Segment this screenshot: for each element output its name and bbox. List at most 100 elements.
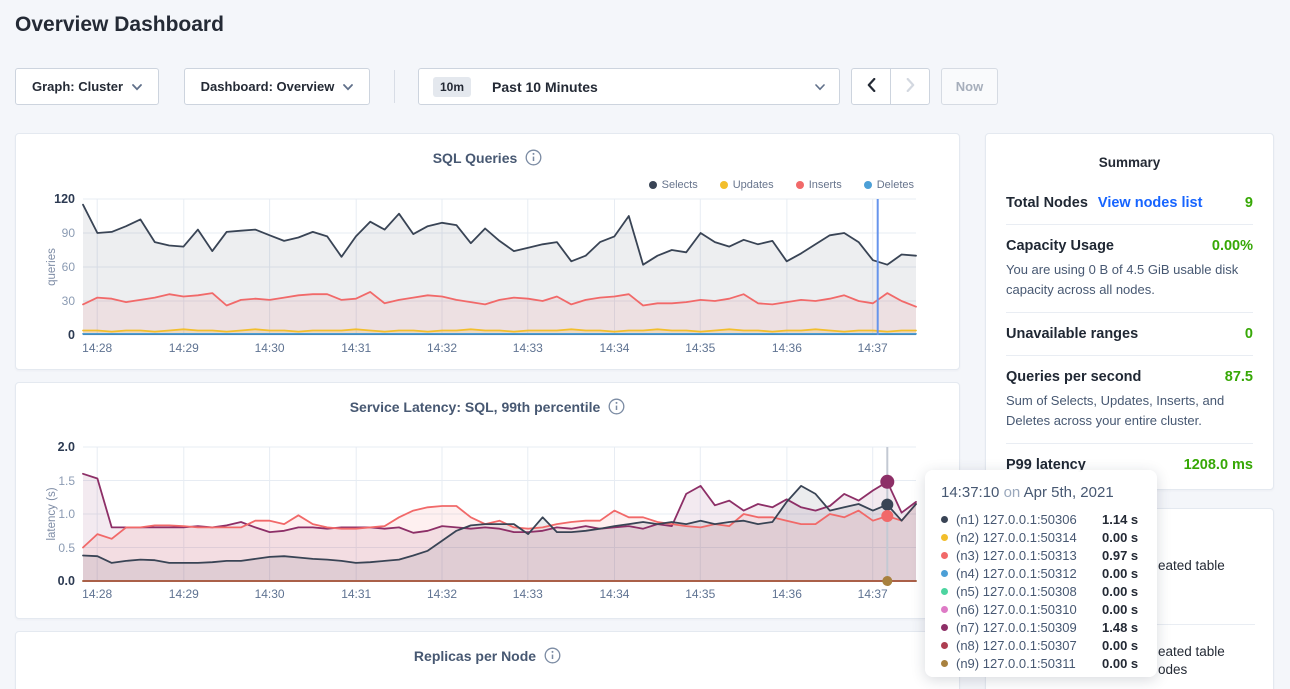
summary-stat: Capacity Usage0.00%You are using 0 B of … (1006, 224, 1253, 312)
x-axis-tick: 14:32 (427, 341, 457, 355)
service-latency-plot[interactable] (83, 447, 916, 581)
tooltip-node-value: 0.97 s (1102, 548, 1138, 563)
node-color-dot-icon (941, 606, 948, 613)
tooltip-node-value: 0.00 s (1102, 530, 1138, 545)
x-axis-tick: 14:37 (858, 587, 888, 601)
y-axis-tick: 0.0 (58, 574, 75, 588)
tooltip-node-row: (n1) 127.0.0.1:503061.14 s (941, 510, 1143, 528)
info-icon[interactable] (544, 647, 561, 664)
tooltip-node-value: 0.00 s (1102, 602, 1138, 617)
tooltip-node-label: (n9) 127.0.0.1:50311 (956, 656, 1102, 671)
x-axis-tick: 14:28 (82, 341, 112, 355)
legend-item-inserts: Inserts (796, 179, 842, 191)
x-axis-tick: 14:37 (858, 341, 888, 355)
y-axis-tick: 90 (62, 226, 75, 240)
info-icon[interactable] (525, 149, 542, 166)
summary-stat: Queries per second87.5Sum of Selects, Up… (1006, 355, 1253, 443)
tooltip-node-row: (n6) 127.0.0.1:503100.00 s (941, 600, 1143, 618)
x-axis-tick: 14:29 (169, 587, 199, 601)
tooltip-timestamp: 14:37:10 on Apr 5th, 2021 (941, 484, 1143, 501)
node-color-dot-icon (941, 552, 948, 559)
dashboard-dropdown-label: Dashboard: Overview (201, 79, 335, 94)
tooltip-node-value: 1.14 s (1102, 512, 1138, 527)
tooltip-node-label: (n7) 127.0.0.1:50309 (956, 620, 1102, 635)
replicas-per-node-chart-title: Replicas per Node (414, 648, 536, 664)
dashboard-dropdown[interactable]: Dashboard: Overview (184, 68, 370, 105)
graph-dropdown-label: Graph: Cluster (32, 79, 123, 94)
tooltip-node-row: (n3) 127.0.0.1:503130.97 s (941, 546, 1143, 564)
x-axis-tick: 14:33 (513, 587, 543, 601)
legend-label: Updates (733, 179, 774, 191)
page-title: Overview Dashboard (15, 13, 224, 37)
summary-stat-value: 0.00% (1212, 238, 1253, 254)
summary-stat-value: 1208.0 ms (1184, 457, 1253, 473)
node-color-dot-icon (941, 624, 948, 631)
x-axis-tick: 14:35 (685, 341, 715, 355)
legend-item-selects: Selects (649, 179, 698, 191)
tooltip-node-label: (n1) 127.0.0.1:50306 (956, 512, 1102, 527)
legend-label: Deletes (877, 179, 914, 191)
view-nodes-list-link[interactable]: View nodes list (1098, 195, 1203, 211)
time-next-button[interactable] (890, 68, 930, 105)
legend-dot-icon (864, 181, 872, 189)
y-axis-ticks: 0306090120 (27, 199, 75, 335)
summary-stat-row: Unavailable ranges0 (1006, 326, 1253, 342)
chevron-left-icon (867, 78, 876, 95)
x-axis-tick: 14:36 (772, 341, 802, 355)
legend-item-deletes: Deletes (864, 179, 914, 191)
tooltip-node-label: (n2) 127.0.0.1:50314 (956, 530, 1102, 545)
node-color-dot-icon (941, 642, 948, 649)
legend-label: Selects (662, 179, 698, 191)
sql-queries-plot[interactable] (83, 199, 916, 335)
tooltip-node-label: (n8) 127.0.0.1:50307 (956, 638, 1102, 653)
x-axis-tick: 14:30 (255, 587, 285, 601)
legend-item-updates: Updates (720, 179, 774, 191)
x-axis-tick: 14:36 (772, 587, 802, 601)
legend-label: Inserts (809, 179, 842, 191)
tooltip-node-value: 0.00 s (1102, 656, 1138, 671)
tooltip-node-value: 0.00 s (1102, 638, 1138, 653)
node-color-dot-icon (941, 588, 948, 595)
chevron-down-icon (343, 79, 353, 94)
tooltip-node-row: (n8) 127.0.0.1:503070.00 s (941, 636, 1143, 654)
tooltip-node-value: 0.00 s (1102, 584, 1138, 599)
legend-dot-icon (796, 181, 804, 189)
summary-stat-subtext: Sum of Selects, Updates, Inserts, and De… (1006, 391, 1253, 430)
time-range-badge: 10m (433, 77, 471, 97)
sql-queries-legend: Selects Updates Inserts Deletes (649, 179, 914, 191)
x-axis-tick: 14:30 (255, 341, 285, 355)
x-axis-tick: 14:34 (599, 341, 629, 355)
event-text-fragment: eated table (1158, 558, 1225, 573)
overview-dashboard-page: Overview Dashboard Graph: Cluster Dashbo… (0, 0, 1290, 689)
node-color-dot-icon (941, 570, 948, 577)
tooltip-node-row: (n5) 127.0.0.1:503080.00 s (941, 582, 1143, 600)
y-axis-tick: 120 (54, 192, 75, 206)
summary-stats: Total NodesView nodes list9Capacity Usag… (1006, 182, 1253, 486)
now-button[interactable]: Now (941, 68, 998, 105)
summary-stat-label: Unavailable ranges (1006, 326, 1138, 342)
event-text-fragment: odes (1158, 662, 1187, 677)
service-latency-chart-card: Service Latency: SQL, 99th percentile la… (15, 382, 960, 619)
tooltip-rows: (n1) 127.0.0.1:503061.14 s(n2) 127.0.0.1… (941, 510, 1143, 672)
y-axis-tick: 1.5 (58, 474, 75, 488)
summary-stat: Total NodesView nodes list9 (1006, 182, 1253, 224)
graph-dropdown[interactable]: Graph: Cluster (15, 68, 159, 105)
tooltip-node-value: 1.48 s (1102, 620, 1138, 635)
summary-stat-value: 87.5 (1225, 369, 1253, 385)
tooltip-node-label: (n5) 127.0.0.1:50308 (956, 584, 1102, 599)
time-prev-button[interactable] (851, 68, 891, 105)
info-icon[interactable] (608, 398, 625, 415)
summary-panel: Summary Total NodesView nodes list9Capac… (985, 133, 1274, 490)
time-range-label: Past 10 Minutes (492, 79, 598, 95)
summary-stat-label: Total Nodes (1006, 195, 1088, 211)
chevron-down-icon (815, 79, 825, 94)
y-axis-tick: 0.5 (58, 541, 75, 555)
x-axis-tick: 14:35 (685, 587, 715, 601)
legend-dot-icon (720, 181, 728, 189)
summary-stat: Unavailable ranges0 (1006, 312, 1253, 355)
summary-stat-subtext: You are using 0 B of 4.5 GiB usable disk… (1006, 260, 1253, 299)
time-range-picker[interactable]: 10m Past 10 Minutes (418, 68, 840, 105)
y-axis-ticks: 0.00.51.01.52.0 (27, 447, 75, 581)
x-axis-tick: 14:33 (513, 341, 543, 355)
x-axis-tick: 14:31 (341, 587, 371, 601)
